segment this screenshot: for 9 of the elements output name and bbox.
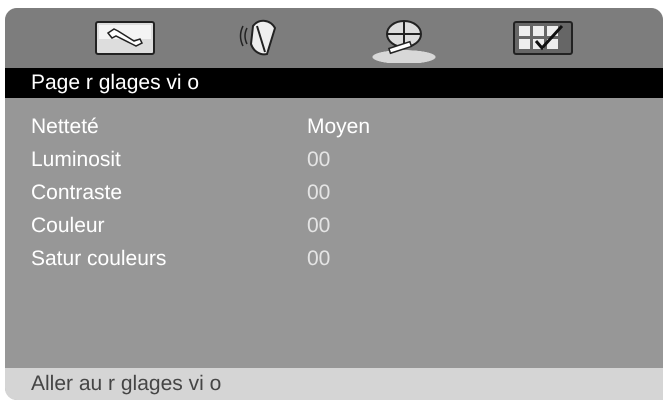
setting-value: 00 bbox=[307, 180, 330, 204]
setting-value: 00 bbox=[307, 214, 330, 238]
setting-label[interactable]: Netteté bbox=[31, 114, 307, 138]
page-title: Page r glages vi o bbox=[5, 68, 663, 98]
setting-value: 00 bbox=[307, 246, 330, 270]
checklist-icon bbox=[512, 19, 574, 57]
setting-value: Moyen bbox=[307, 114, 370, 138]
setting-value: 00 bbox=[307, 148, 330, 172]
hint-text: Aller au r glages vi o bbox=[5, 368, 663, 400]
